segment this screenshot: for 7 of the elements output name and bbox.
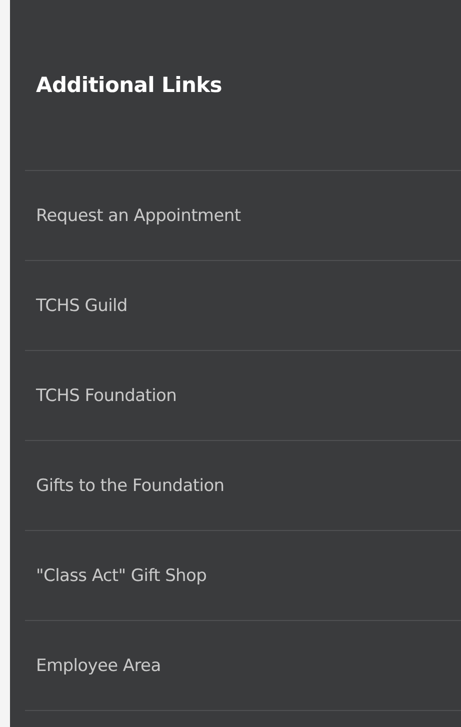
sidebar-link[interactable]: "Class Act" Gift Shop [36,566,207,586]
sidebar-link[interactable]: Request an Appointment [36,206,241,226]
sidebar-link[interactable]: TCHS Guild [36,296,128,316]
section-heading: Additional Links [25,0,461,171]
sidebar-link[interactable]: TCHS Foundation [36,386,177,406]
sidebar-link[interactable]: Employee Area [36,656,161,676]
sidebar-link[interactable]: Gifts to the Foundation [36,476,224,496]
